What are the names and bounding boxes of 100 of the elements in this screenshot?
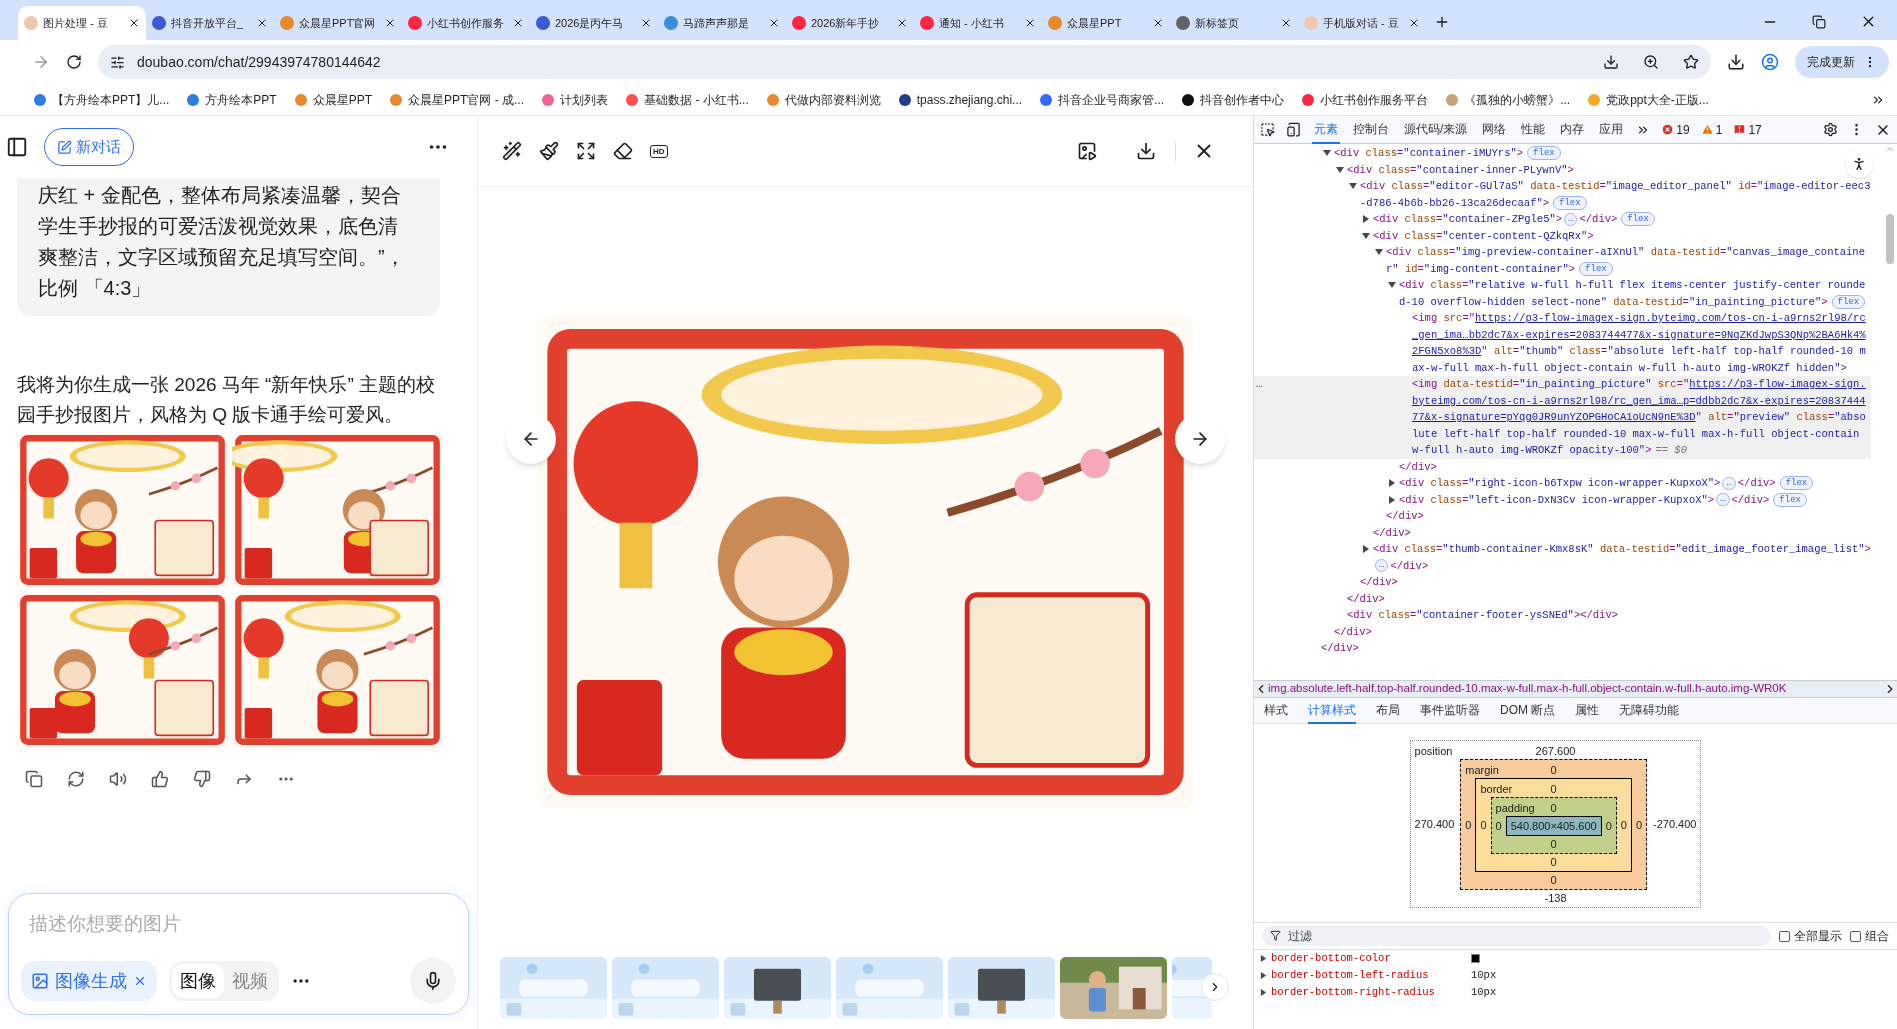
download-icon[interactable]	[1603, 54, 1619, 70]
caret-icon[interactable]	[1260, 955, 1267, 962]
close-icon[interactable]	[128, 17, 140, 29]
bookmark[interactable]: 方舟绘本PPT	[187, 90, 277, 109]
dom-line[interactable]: </div>	[1321, 640, 1359, 657]
inspect-icon[interactable]	[1260, 122, 1275, 137]
bookmark[interactable]: 党政ppt大全-正版...	[1588, 90, 1709, 109]
thumbs-up-icon[interactable]	[151, 770, 169, 788]
browser-tab[interactable]: 图片处理 - 豆	[18, 6, 146, 40]
style-tab[interactable]: 计算样式	[1308, 697, 1356, 724]
style-tab[interactable]: 布局	[1376, 697, 1400, 724]
close-icon[interactable]	[640, 17, 652, 29]
bookmark[interactable]: 《孤独的小螃蟹》...	[1446, 90, 1571, 109]
style-tab[interactable]: DOM 断点	[1500, 697, 1556, 724]
dom-line[interactable]: </div>	[1399, 458, 1437, 475]
next-button[interactable]	[1175, 414, 1225, 464]
copy-icon[interactable]	[25, 770, 43, 788]
close-icon[interactable]	[1280, 17, 1292, 29]
caret-icon[interactable]	[1260, 989, 1267, 996]
bookmark[interactable]: 代做内部资料浏览	[766, 90, 881, 109]
prompt-field[interactable]: 描述你想要的图片	[21, 910, 456, 939]
caret-icon[interactable]	[1349, 182, 1357, 190]
close-icon[interactable]	[768, 17, 780, 29]
address-bar[interactable]: doubao.com/chat/29943974780144642	[98, 45, 1711, 79]
style-tab[interactable]: 事件监听器	[1420, 697, 1480, 724]
dom-line[interactable]: <div class="container-inner-PLywnV">	[1347, 161, 1574, 178]
dom-line[interactable]: <div class="left-icon-DxN3Cv icon-wrapper-KupxoX"> … </div> flex	[1399, 491, 1807, 508]
caret-icon[interactable]	[1388, 479, 1396, 487]
style-tab[interactable]: 无障碍功能	[1619, 697, 1680, 724]
close-icon[interactable]	[896, 17, 908, 29]
remove-icon[interactable]	[133, 974, 147, 988]
dom-line[interactable]: </div>	[1360, 574, 1398, 591]
browser-tab[interactable]: 2026新年手抄	[786, 6, 914, 40]
speaker-icon[interactable]	[109, 770, 127, 788]
caret-icon[interactable]	[1388, 281, 1396, 289]
browser-tab[interactable]: 2026是丙午马	[530, 6, 658, 40]
mode-option[interactable]: 图像	[172, 964, 224, 998]
caret-icon[interactable]	[1362, 215, 1370, 223]
bookmark[interactable]: 【方舟绘本PPT】儿...	[34, 90, 170, 109]
dom-line[interactable]: <div class="center-content-QZkqRx">	[1373, 227, 1594, 244]
downloads-icon[interactable]	[1727, 53, 1745, 71]
profile-icon[interactable]	[1761, 53, 1779, 71]
update-button[interactable]: 完成更新	[1795, 46, 1889, 78]
dom-line[interactable]: <div class="img-preview-container-aIXnUl" data-testid="canvas_image_container" id="img-content-container"> flex	[1386, 244, 1871, 277]
bookmark-star-icon[interactable]	[1683, 54, 1699, 70]
magic-wand-icon[interactable]	[502, 141, 522, 161]
browser-tab[interactable]: 新标签页	[1170, 6, 1298, 40]
browser-tab[interactable]: 通知 - 小红书	[914, 6, 1042, 40]
dom-line[interactable]: </div>	[1373, 524, 1411, 541]
download-icon[interactable]	[1136, 141, 1156, 161]
dom-line[interactable]: <div class="relative w-full h-full flex items-center justify-center rounded-10 overflow-hidden select-none" data-testid="in_painting_picture"> flex	[1399, 277, 1871, 310]
browser-tab[interactable]: 手机版对话 - 豆	[1298, 6, 1426, 40]
filter-field[interactable]: 过滤	[1262, 926, 1771, 946]
close-icon[interactable]	[384, 17, 396, 29]
regenerate-icon[interactable]	[67, 770, 85, 788]
dom-line[interactable]: </div>	[1347, 590, 1385, 607]
bookmark[interactable]: 基础数据 - 小红书...	[626, 90, 749, 109]
dom-line[interactable]: <div class="container-iMUYrs"> flex	[1334, 145, 1561, 162]
expand-icon[interactable]	[576, 141, 596, 161]
caret-icon[interactable]	[1323, 149, 1331, 157]
bookmark[interactable]: 计划列表	[542, 90, 609, 109]
close-icon[interactable]	[512, 17, 524, 29]
devtools-tab[interactable]: 控制台	[1351, 115, 1391, 144]
browser-tab[interactable]: 抖音开放平台_	[146, 6, 274, 40]
dom-line[interactable]: </div>	[1386, 508, 1424, 525]
devtools-tab[interactable]: 网络	[1480, 115, 1509, 144]
browser-tab[interactable]: 马蹄声声那是	[658, 6, 786, 40]
caret-icon[interactable]	[1375, 248, 1383, 256]
dom-line[interactable]: <div class="right-icon-b6Txpw icon-wrapper-KupxoX"> … </div> flex	[1399, 475, 1814, 492]
close-icon[interactable]	[1152, 17, 1164, 29]
devtools-tab[interactable]: 源代码/来源	[1402, 115, 1470, 144]
dom-line[interactable]: <img data-testid="in_painting_picture" src="https://p3-flow-imagex-sign.byteimg.com/tos-cn-i-a9rns2rl98/rc_gen_ima…p=ddbb2dc7&x-expires=2083744477&x-signature=pYqg0JR9unYZOPGHoCA1oUcN9nE%3D" alt="preview" class="absolute left-half top-half rounded-10 max-w-full max-h-full object-contain w-full h-auto img-WROKZf opacity-100"> == $0	[1412, 376, 1871, 459]
thumbs-down-icon[interactable]	[193, 770, 211, 788]
caret-icon[interactable]	[1336, 165, 1344, 174]
browser-tab[interactable]: 众晨星PPT	[1042, 6, 1170, 40]
style-tab[interactable]: 属性	[1575, 697, 1600, 724]
sidebar-toggle-icon[interactable]	[6, 136, 28, 158]
animate-image-icon[interactable]	[1077, 141, 1097, 161]
accessibility-button[interactable]	[1845, 150, 1873, 178]
previous-button[interactable]	[506, 414, 556, 464]
restore-icon[interactable]	[1812, 14, 1826, 29]
bookmark[interactable]: 抖音创作者中心	[1182, 90, 1285, 109]
caret-icon[interactable]	[1388, 495, 1396, 504]
zoom-icon[interactable]	[1643, 54, 1659, 70]
mode-chip[interactable]: 图像生成	[21, 961, 157, 1001]
dom-line[interactable]: <div class="container-footer-ysSNEd"></div>	[1347, 607, 1618, 624]
style-tab[interactable]: 样式	[1264, 697, 1288, 724]
dom-line[interactable]: </div>	[1334, 623, 1372, 640]
devtools-tab[interactable]: 性能	[1519, 115, 1548, 144]
site-info-icon[interactable]	[110, 54, 125, 70]
reload-icon[interactable]	[66, 54, 82, 70]
close-icon[interactable]	[1024, 17, 1036, 29]
close-icon[interactable]	[256, 17, 268, 29]
settings-icon[interactable]	[1823, 122, 1838, 137]
dom-line[interactable]: <img src="https://p3-flow-imagex-sign.byteimg.com/tos-cn-i-a9rns2rl98/rc_gen_ima…bb2dc7&x-expires=2083744477&x-signature=9NqZKdJwpS3QNp%2BA6Hk4%2FGN5xo8%3D" alt="thumb" class="absolute left-half top-half rounded-10 max-w-full max-h-full object-contain w-full h-auto img-WROKZf hidden">	[1412, 310, 1871, 376]
caret-icon[interactable]	[1362, 231, 1370, 240]
caret-icon[interactable]	[1362, 545, 1370, 553]
bookmark[interactable]: 众晨星PPT官网 - 成...	[390, 90, 525, 109]
close-icon[interactable]	[1408, 17, 1420, 29]
voice-button[interactable]	[410, 958, 456, 1004]
